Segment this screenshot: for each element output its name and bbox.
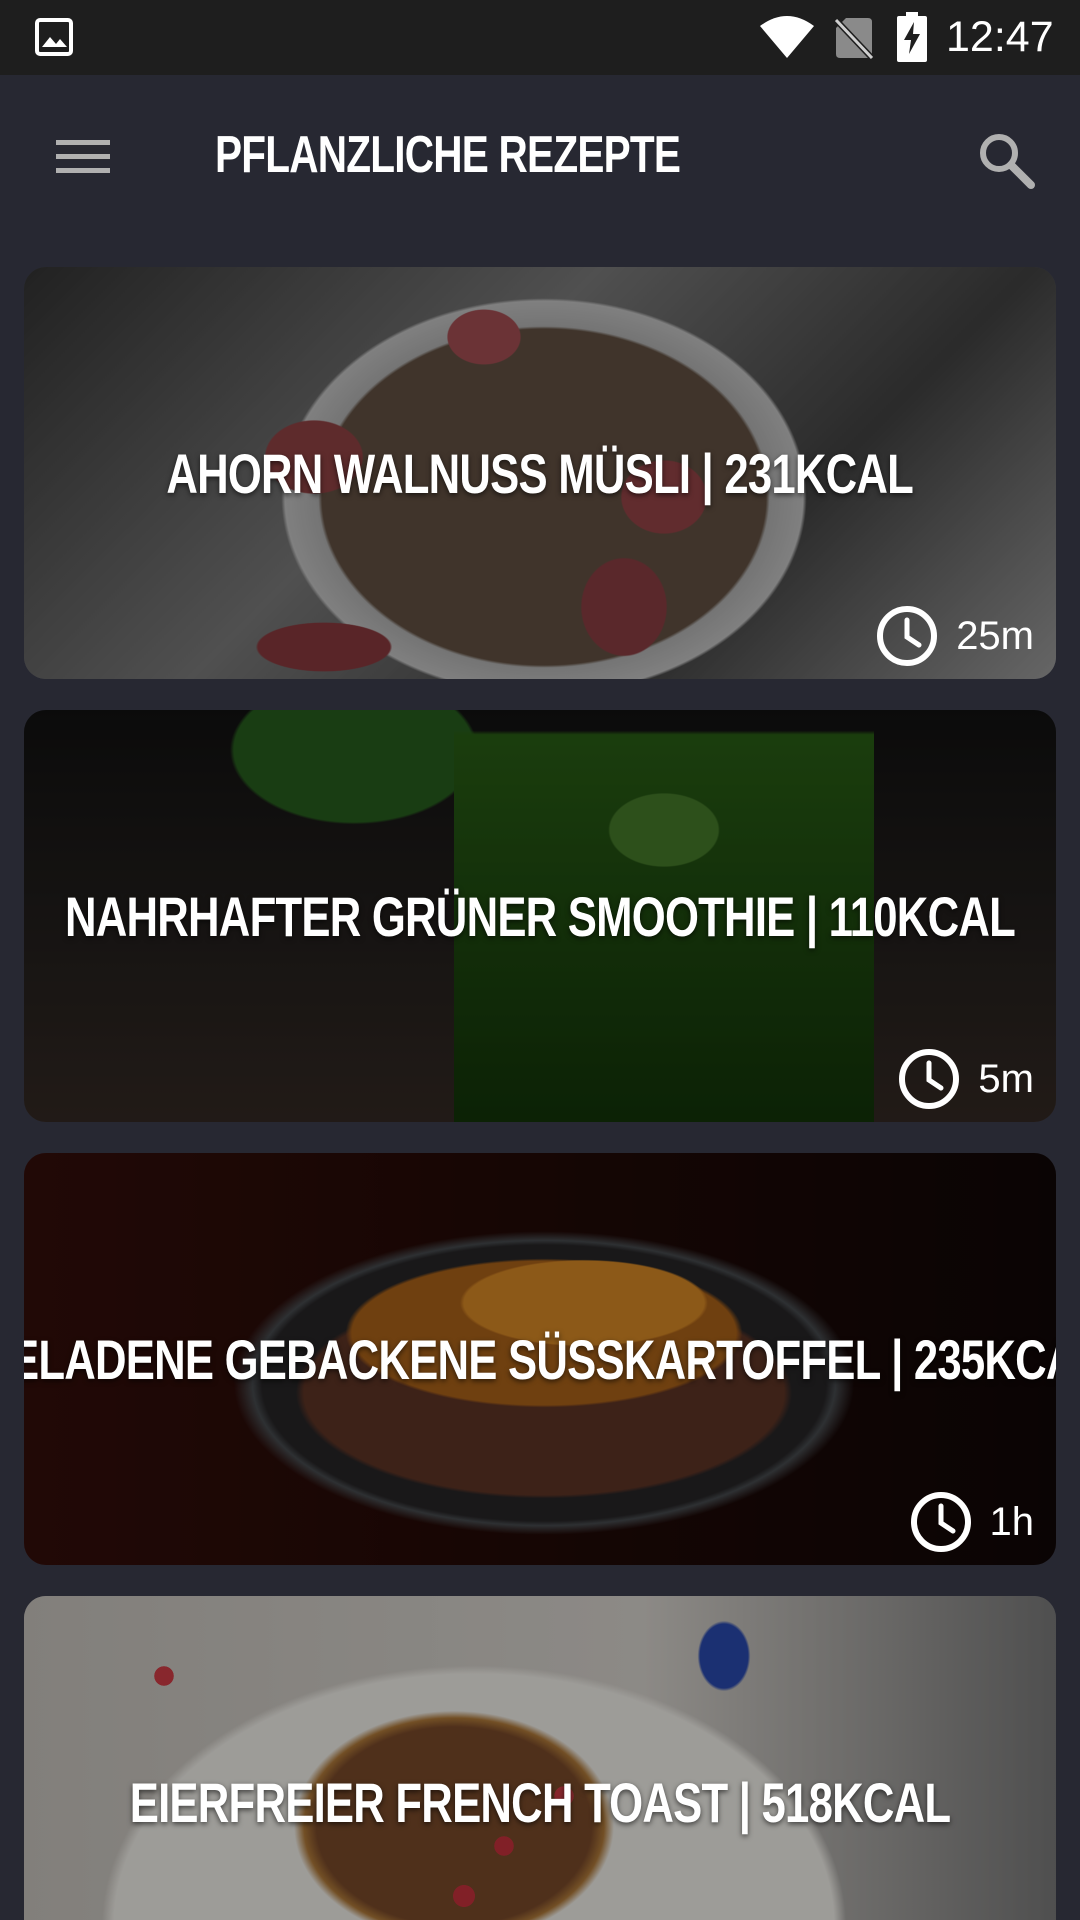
recipe-time: 1h	[910, 1487, 1035, 1557]
recipe-time: 25m	[876, 601, 1034, 671]
search-icon[interactable]	[975, 129, 1037, 191]
clock-icon	[877, 606, 938, 666]
status-time: 12:47	[946, 13, 1054, 61]
wifi-icon	[760, 16, 814, 58]
recipe-card[interactable]: GELADENE GEBACKENE SÜSSKARTOFFEL | 235KC…	[24, 1153, 1056, 1565]
page-title: PFLANZLICHE REZEPTE	[215, 126, 681, 184]
recipe-card[interactable]: NAHRHAFTER GRÜNER SMOOTHIE | 110KCAL 5m	[24, 710, 1056, 1122]
menu-icon[interactable]	[50, 131, 116, 181]
recipe-time-label: 1h	[989, 1499, 1035, 1544]
gallery-icon	[35, 18, 73, 56]
recipe-time-label: 25m	[956, 613, 1034, 658]
clock-icon	[899, 1049, 960, 1109]
recipe-title: GELADENE GEBACKENE SÜSSKARTOFFEL | 235KC…	[24, 1327, 1056, 1391]
recipe-title: AHORN WALNUSS MÜSLI | 231KCAL	[166, 441, 915, 505]
app-bar: PFLANZLICHE REZEPTE	[0, 75, 1080, 245]
no-sim-icon	[834, 17, 874, 60]
status-bar: 12:47	[0, 0, 1080, 75]
recipe-title: EIERFREIER FRENCH TOAST | 518KCAL	[129, 1770, 951, 1834]
recipe-title: NAHRHAFTER GRÜNER SMOOTHIE | 110KCAL	[64, 884, 1016, 948]
recipe-time-label: 5m	[978, 1056, 1034, 1101]
battery-charging-icon	[897, 12, 927, 62]
clock-icon	[910, 1492, 971, 1552]
recipe-time: 5m	[898, 1044, 1034, 1114]
recipe-card[interactable]: EIERFREIER FRENCH TOAST | 518KCAL	[24, 1596, 1056, 1920]
recipe-card[interactable]: AHORN WALNUSS MÜSLI | 231KCAL 25m	[24, 267, 1056, 679]
